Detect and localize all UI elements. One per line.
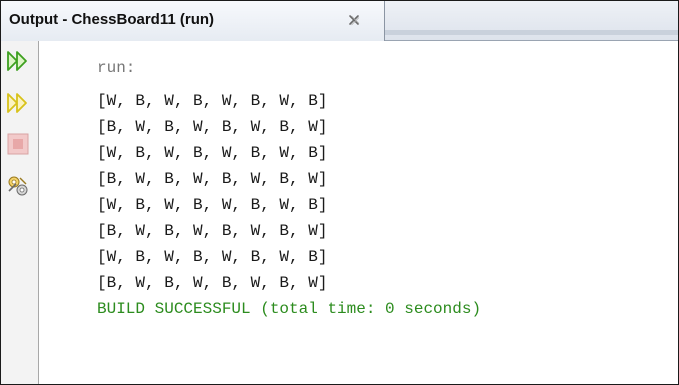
run-label: run: (97, 59, 136, 77)
output-toolbar (1, 41, 39, 384)
output-row-4: [B, W, B, W, B, W, B, W] (97, 170, 328, 188)
tab-bar-filler (385, 30, 678, 35)
close-icon[interactable] (347, 13, 361, 27)
output-row-1: [W, B, W, B, W, B, W, B] (97, 92, 328, 110)
output-row-3: [W, B, W, B, W, B, W, B] (97, 144, 328, 162)
tab-title: Output - ChessBoard11 (run) (9, 11, 215, 28)
output-row-7: [W, B, W, B, W, B, W, B] (97, 248, 328, 266)
console-output[interactable]: run: [W, B, W, B, W, B, W, B] [B, W, B, … (39, 41, 678, 384)
output-row-6: [B, W, B, W, B, W, B, W] (97, 222, 328, 240)
tab-output-chessboard11[interactable]: Output - ChessBoard11 (run) (1, 1, 385, 41)
stop-icon[interactable] (6, 132, 30, 156)
rerun-icon[interactable] (6, 49, 30, 73)
output-row-2: [B, W, B, W, B, W, B, W] (97, 118, 328, 136)
output-window: Output - ChessBoard11 (run) run: [W, B, … (0, 0, 679, 385)
settings-icon[interactable] (6, 174, 30, 198)
tab-bar: Output - ChessBoard11 (run) (1, 1, 678, 41)
output-row-8: [B, W, B, W, B, W, B, W] (97, 274, 328, 292)
output-row-5: [W, B, W, B, W, B, W, B] (97, 196, 328, 214)
rerun-with-options-icon[interactable] (6, 91, 30, 115)
build-status: BUILD SUCCESSFUL (total time: 0 seconds) (97, 300, 482, 318)
